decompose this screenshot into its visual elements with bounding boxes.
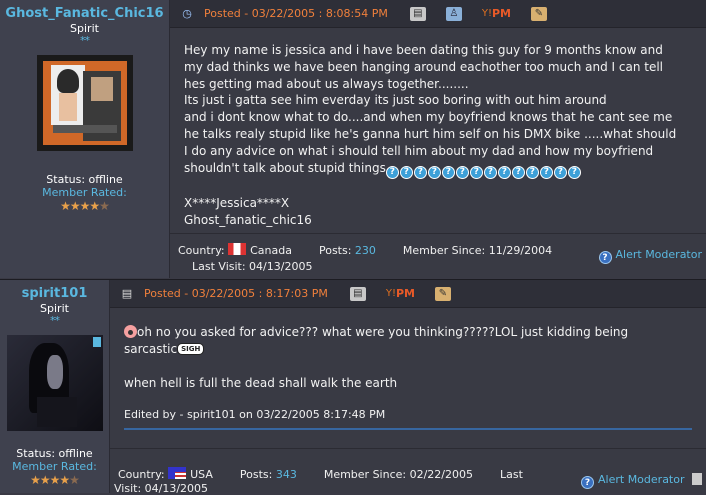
signature-line: when hell is full the dead shall walk th… [124, 375, 398, 390]
question-emoticon-icon: ? [497, 165, 511, 179]
avatar [6, 335, 103, 431]
question-emoticon-icon: ? [553, 165, 567, 179]
author-panel: spirit101 Spirit ** Status: offline Memb… [0, 280, 110, 493]
user-icon[interactable]: ♙ [445, 6, 462, 21]
body-line: sarcastic [124, 341, 178, 356]
question-emoticon-icon: ? [413, 165, 427, 179]
body-line: hes getting mad about us always together… [184, 76, 469, 91]
signature-line: X****Jessica****X [184, 196, 290, 211]
body-line: and i dont know what to do....and when m… [184, 110, 673, 125]
posted-date: Posted - 03/22/2005 : 8:08:54 PM [204, 7, 388, 20]
posts-count[interactable]: 343 [276, 468, 297, 481]
rank-stars: ** [50, 314, 60, 327]
member-rated-label: Member Rated: [12, 460, 97, 473]
question-emoticon-icon: ? [525, 165, 539, 179]
question-emoticon-icon: ? [385, 165, 399, 179]
body-line: shouldn't talk about stupid things [184, 160, 386, 175]
profile-icon[interactable]: ▤ [349, 286, 366, 301]
alert-moderator-link[interactable]: ? Alert Moderator [598, 248, 702, 264]
body-line: Hey my name is jessica and i have been d… [184, 43, 663, 57]
author-panel: Ghost_Fanatic_Chic16 Spirit ** Status: o… [0, 0, 170, 278]
question-emoticon-icon: ? [455, 165, 469, 179]
country-label: Country: [178, 244, 225, 257]
question-emoticon-icon: ? [483, 165, 497, 179]
member-rated-label: Member Rated: [42, 186, 127, 199]
question-emoticon-icon: ? [511, 165, 525, 179]
profile-icon[interactable]: ▤ [409, 6, 426, 21]
edited-note: Edited by - spirit101 on 03/22/2005 8:17… [124, 407, 692, 431]
last-visit: Last Visit: 04/13/2005 [192, 260, 313, 273]
last-label: Last [500, 468, 523, 481]
question-emoticon-icon: ? [399, 165, 413, 179]
country: Canada [250, 244, 292, 257]
rank-stars: ** [80, 34, 90, 47]
shocked-emoticon-icon [124, 325, 137, 338]
author-name[interactable]: spirit101 [0, 286, 109, 301]
pm-button[interactable]: PM [396, 287, 415, 300]
body-line: Its just i gatta see him everday its jus… [184, 93, 607, 108]
edit-icon[interactable] [692, 473, 702, 485]
member-since: Member Since: 02/22/2005 [323, 468, 473, 481]
flag-icon [228, 243, 247, 255]
quote-icon[interactable]: ✎ [435, 286, 451, 301]
question-emoticon-icon: ? [567, 165, 581, 179]
author-name[interactable]: Ghost_Fanatic_Chic16 [0, 6, 169, 21]
question-emoticon-icon: ? [539, 165, 553, 179]
post-header: ▤ Posted - 03/22/2005 : 8:17:03 PM ▤ Y! … [110, 280, 706, 308]
online-status: Status: offline [16, 447, 93, 460]
sigh-emoticon-icon: SIGH [177, 342, 205, 355]
help-icon: ? [598, 251, 612, 264]
post-header: ◷ Posted - 03/22/2005 : 8:08:54 PM ▤ ♙ Y… [170, 0, 706, 28]
body-line: he talks realy stupid like he's ganna hu… [184, 126, 677, 141]
flag-icon [168, 467, 187, 479]
alert-moderator-link[interactable]: ? Alert Moderator [581, 473, 702, 489]
post-footer: Country: USA Posts: 343 Member Since: 02… [110, 448, 706, 495]
post-footer: Country: Canada Posts: 230 Member Since:… [170, 233, 706, 278]
rating-stars: ★★★★★ [30, 473, 80, 487]
clock-icon: ◷ [182, 6, 192, 20]
posts-label: Posts: [239, 468, 273, 481]
yahoo-icon[interactable]: Y! [386, 287, 396, 301]
online-status: Status: offline [46, 173, 123, 186]
document-icon: ▤ [121, 286, 133, 300]
post-content: ▤ Posted - 03/22/2005 : 8:17:03 PM ▤ Y! … [110, 280, 706, 495]
avatar [36, 55, 133, 151]
post-content: ◷ Posted - 03/22/2005 : 8:08:54 PM ▤ ♙ Y… [170, 0, 706, 278]
post-body: oh no you asked for advice??? what were … [110, 308, 706, 431]
body-line: I do any advice on what i should tell hi… [184, 143, 654, 158]
posts-label: Posts: [318, 244, 352, 257]
posted-date: Posted - 03/22/2005 : 8:17:03 PM [144, 287, 328, 300]
member-since: Member Since: 11/29/2004 [402, 244, 553, 257]
question-icons: ?????????????? [385, 161, 582, 179]
post-1: Ghost_Fanatic_Chic16 Spirit ** Status: o… [0, 0, 706, 278]
question-emoticon-icon: ? [441, 165, 455, 179]
country: USA [190, 468, 213, 481]
body-line: my dad thinks we have been hanging aroun… [184, 59, 664, 74]
posts-count[interactable]: 230 [355, 244, 376, 257]
question-emoticon-icon: ? [427, 165, 441, 179]
help-icon: ? [581, 476, 595, 489]
question-emoticon-icon: ? [469, 165, 483, 179]
post-body: Hey my name is jessica and i have been d… [170, 28, 706, 229]
yahoo-icon[interactable]: Y! [482, 7, 492, 21]
post-2: spirit101 Spirit ** Status: offline Memb… [0, 279, 706, 495]
signature-line: Ghost_fanatic_chic16 [184, 213, 312, 228]
rating-stars: ★★★★★ [60, 199, 110, 213]
body-line: oh no you asked for advice??? what were … [137, 325, 629, 339]
last-visit: Visit: 04/13/2005 [114, 482, 209, 495]
country-label: Country: [118, 468, 165, 481]
pm-button[interactable]: PM [492, 7, 511, 20]
quote-icon[interactable]: ✎ [531, 6, 547, 21]
